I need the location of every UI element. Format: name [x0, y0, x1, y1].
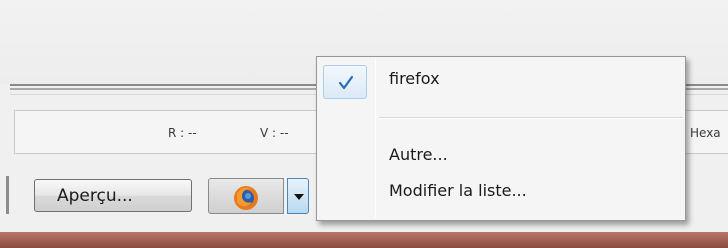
menu-separator — [379, 117, 683, 119]
browser-dropdown-button[interactable] — [287, 178, 309, 214]
browser-launch-button[interactable] — [208, 178, 284, 214]
check-icon — [338, 75, 354, 90]
chevron-down-icon — [294, 194, 304, 200]
preview-button[interactable]: Aperçu... — [34, 179, 192, 212]
hex-value-label: Hexa — [690, 126, 721, 140]
firefox-icon — [234, 186, 258, 210]
red-value-label: R : -- — [168, 126, 197, 140]
left-edge-divider — [6, 176, 9, 214]
menu-item-other[interactable]: Autre... — [319, 137, 683, 173]
browser-split-button — [208, 178, 309, 214]
menu-item-firefox[interactable]: firefox — [319, 61, 683, 99]
browser-context-menu: firefox Autre... Modifier la liste... — [316, 56, 686, 221]
bottom-status-strip — [0, 232, 728, 248]
menu-item-edit-list[interactable]: Modifier la liste... — [319, 173, 683, 209]
menu-item-label: Modifier la liste... — [389, 181, 527, 200]
menu-item-label: firefox — [389, 69, 440, 88]
check-box — [323, 65, 367, 99]
menu-item-label: Autre... — [389, 145, 448, 164]
green-value-label: V : -- — [260, 126, 289, 140]
